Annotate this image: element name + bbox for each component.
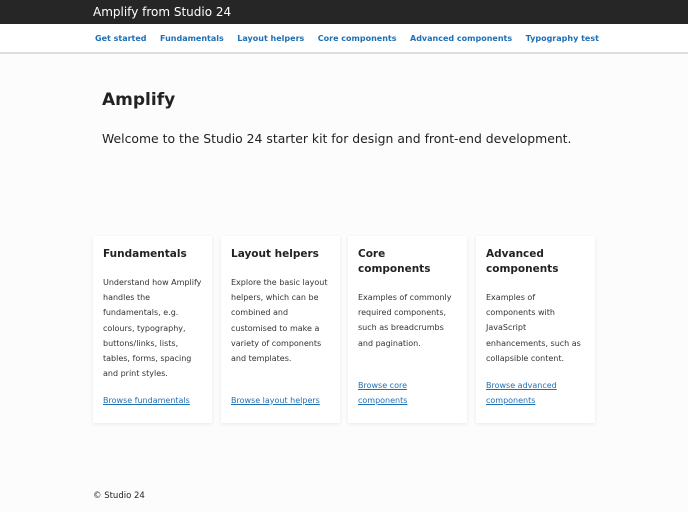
card-text: Explore the basic layout helpers, which … [231,278,328,364]
card-link[interactable]: Browse layout helpers [231,393,330,408]
card-link[interactable]: Browse advanced components [486,378,585,408]
card-advanced-components: Advanced components Examples of componen… [476,236,595,423]
card-title: Fundamentals [103,248,187,260]
card-fundamentals: Fundamentals Understand how Amplify hand… [93,236,212,423]
footer-copyright: © Studio 24 [93,491,145,501]
card-text: Examples of commonly required components… [358,293,452,348]
nav-core-components[interactable]: Core components [318,34,397,43]
card-link[interactable]: Browse fundamentals [103,393,202,408]
card-title: Advanced components [486,248,559,275]
site-header: Amplify from Studio 24 [0,0,688,24]
card-link[interactable]: Browse core components [358,378,457,408]
nav-fundamentals[interactable]: Fundamentals [160,34,224,43]
page-title: Amplify [102,90,176,110]
main-nav: Get started Fundamentals Layout helpers … [0,24,688,54]
card-core-components: Core components Examples of commonly req… [348,236,467,423]
card-text: Examples of components with JavaScript e… [486,293,581,363]
nav-get-started[interactable]: Get started [95,34,147,43]
nav-layout-helpers[interactable]: Layout helpers [237,34,304,43]
nav-typography-test[interactable]: Typography test [526,34,599,43]
card-text: Understand how Amplify handles the funda… [103,278,202,379]
card-layout-helpers: Layout helpers Explore the basic layout … [221,236,340,423]
card-title: Layout helpers [231,248,319,260]
lead-text: Welcome to the Studio 24 starter kit for… [102,131,572,146]
site-title[interactable]: Amplify from Studio 24 [93,5,231,19]
card-title: Core components [358,248,431,275]
nav-advanced-components[interactable]: Advanced components [410,34,512,43]
